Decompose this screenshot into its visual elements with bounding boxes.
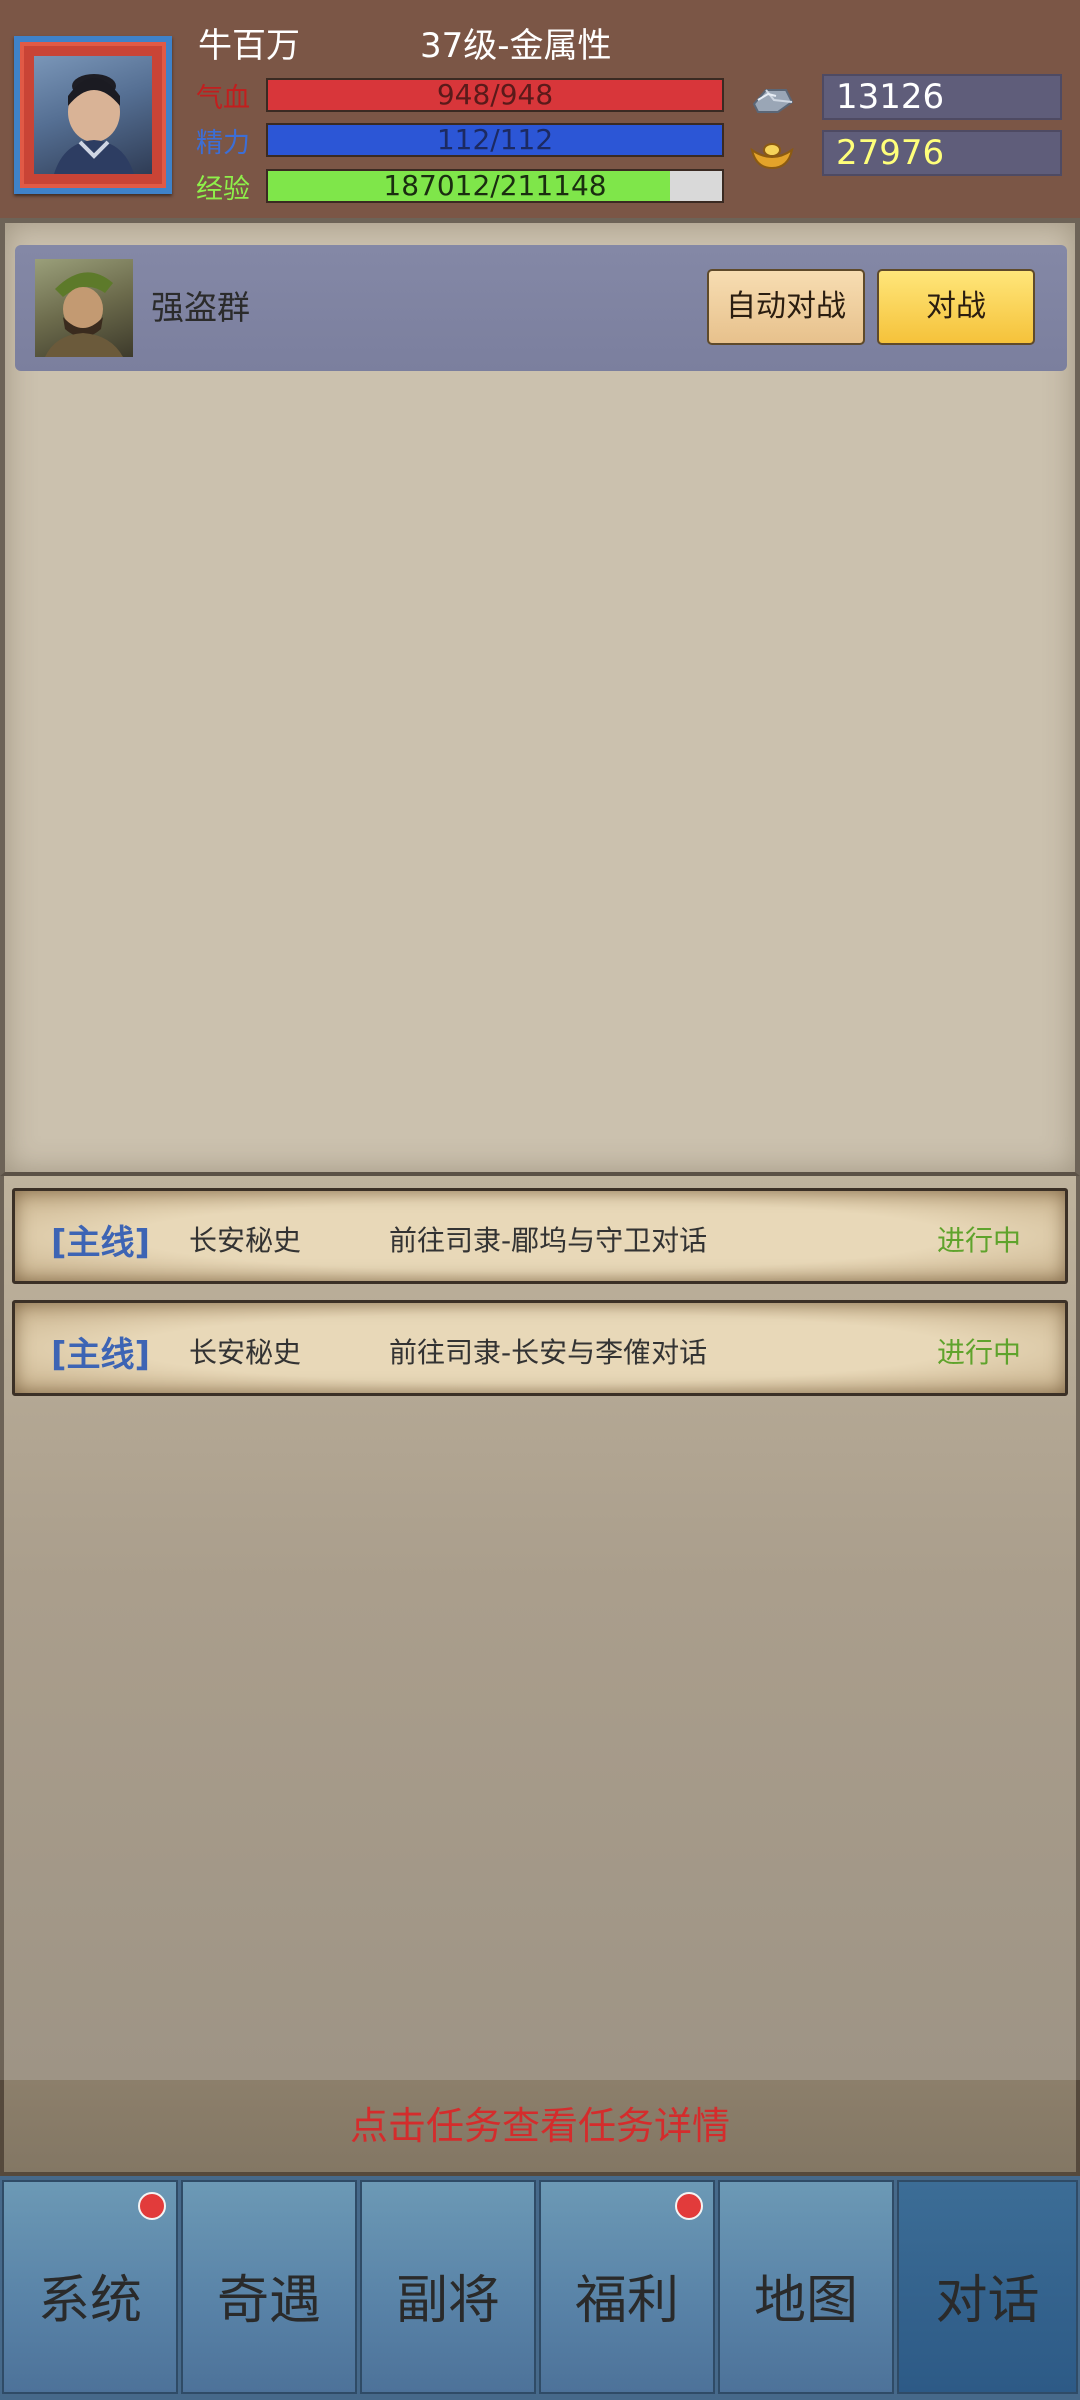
- player-header: 牛百万 37级-金属性 气血 948/948 精力 112/112 经验 187…: [0, 0, 1080, 218]
- silver-amount: 13126: [822, 74, 1062, 120]
- mp-value: 112/112: [436, 123, 554, 156]
- quest-title: 长安秘史: [189, 1224, 302, 1257]
- tab-dialogue[interactable]: 对话: [897, 2180, 1078, 2394]
- hp-bar: 948/948: [266, 78, 724, 112]
- tab-encounter[interactable]: 奇遇: [181, 2180, 357, 2394]
- quest-description: 前往司隶-郿坞与守卫对话: [389, 1224, 708, 1257]
- player-avatar[interactable]: [14, 36, 172, 194]
- exp-value: 187012/211148: [383, 169, 607, 202]
- tab-label: 副将: [395, 2271, 500, 2331]
- bottom-nav: 系统 奇遇 副将 福利 地图 对话: [0, 2176, 1080, 2400]
- scene-panel: 强盗群 自动对战 对战: [0, 218, 1080, 1176]
- player-level: 37级-金属性: [420, 26, 612, 66]
- notification-dot-icon: [675, 2192, 703, 2220]
- quest-title: 长安秘史: [189, 1336, 302, 1369]
- tab-system[interactable]: 系统: [2, 2180, 178, 2394]
- quest-status: 进行中: [936, 1336, 1021, 1369]
- tab-label: 福利: [574, 2271, 679, 2331]
- mp-bar: 112/112: [266, 123, 724, 157]
- gold-ingot-icon: [748, 134, 796, 174]
- gold-value: 27976: [836, 133, 945, 173]
- battle-button[interactable]: 对战: [877, 269, 1035, 345]
- silver-value: 13126: [836, 77, 945, 117]
- player-portrait: [34, 56, 152, 174]
- tab-label: 奇遇: [216, 2271, 321, 2331]
- quest-type: [主线]: [51, 1223, 151, 1263]
- tab-welfare[interactable]: 福利: [539, 2180, 715, 2394]
- tab-label: 系统: [37, 2271, 142, 2331]
- tab-lieutenant[interactable]: 副将: [360, 2180, 536, 2394]
- auto-battle-button[interactable]: 自动对战: [707, 269, 865, 345]
- notification-dot-icon: [138, 2192, 166, 2220]
- player-name: 牛百万: [198, 26, 300, 66]
- quest-item[interactable]: [主线] 长安秘史 前往司隶-郿坞与守卫对话 进行中: [12, 1188, 1068, 1284]
- exp-label: 经验: [196, 174, 250, 205]
- quest-item[interactable]: [主线] 长安秘史 前往司隶-长安与李傕对话 进行中: [12, 1300, 1068, 1396]
- tab-label: 地图: [753, 2271, 858, 2331]
- exp-bar: 187012/211148: [266, 169, 724, 203]
- quest-status: 进行中: [936, 1224, 1021, 1257]
- tab-label: 对话: [935, 2271, 1040, 2331]
- gold-amount: 27976: [822, 130, 1062, 176]
- silver-ingot-icon: [748, 78, 796, 118]
- quest-description: 前往司隶-长安与李傕对话: [389, 1336, 708, 1369]
- enemy-portrait: [35, 259, 133, 357]
- quest-hint: 点击任务查看任务详情: [0, 2080, 1080, 2176]
- enemy-name: 强盗群: [151, 288, 250, 327]
- quest-list: [主线] 长安秘史 前往司隶-郿坞与守卫对话 进行中 [主线] 长安秘史 前往司…: [0, 1176, 1080, 2080]
- hp-label: 气血: [196, 83, 250, 114]
- enemy-encounter: 强盗群 自动对战 对战: [15, 245, 1067, 371]
- hp-value: 948/948: [436, 78, 554, 111]
- tab-map[interactable]: 地图: [718, 2180, 894, 2394]
- quest-type: [主线]: [51, 1335, 151, 1375]
- mp-label: 精力: [196, 128, 250, 159]
